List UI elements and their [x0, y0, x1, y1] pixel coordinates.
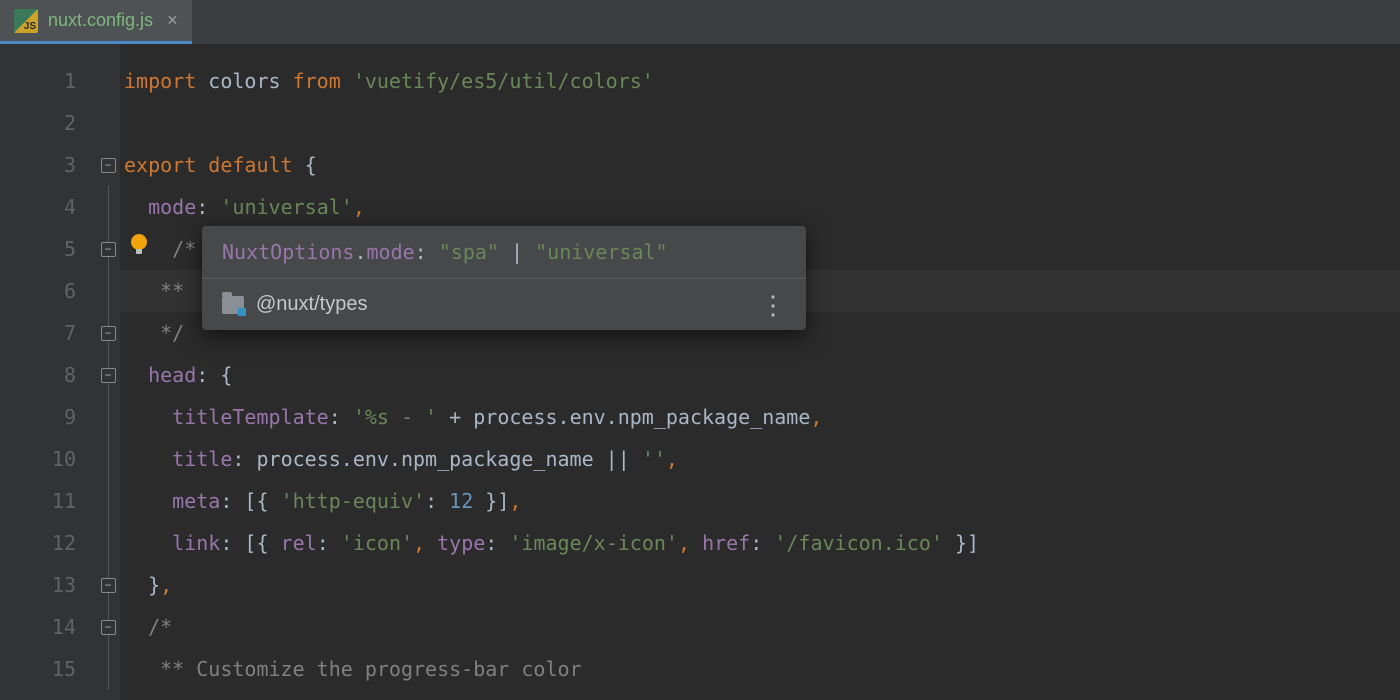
tab-filename: nuxt.config.js	[48, 10, 153, 31]
line-number: 2	[0, 102, 96, 144]
line-number: 13	[0, 564, 96, 606]
module-folder-icon	[222, 296, 244, 314]
code-editor[interactable]: 1 2 3 4 5 6 7 8 9 10 11 12 13 14 15 − − …	[0, 44, 1400, 700]
code-line[interactable]: import colors from 'vuetify/es5/util/col…	[120, 60, 1400, 102]
line-number: 11	[0, 480, 96, 522]
line-number: 14	[0, 606, 96, 648]
fold-toggle-icon[interactable]: −	[101, 158, 116, 173]
code-line[interactable]: meta: [{ 'http-equiv': 12 }],	[120, 480, 1400, 522]
type-source-module: @nuxt/types	[256, 293, 367, 316]
fold-toggle-icon[interactable]: −	[101, 242, 116, 257]
fold-close-icon[interactable]: −	[101, 578, 116, 593]
intention-bulb-icon[interactable]	[128, 232, 150, 254]
line-number: 8	[0, 354, 96, 396]
editor-tab-bar: JS nuxt.config.js ×	[0, 0, 1400, 44]
line-number: 1	[0, 60, 96, 102]
fold-toggle-icon[interactable]: −	[101, 368, 116, 383]
type-signature: NuxtOptions.mode: "spa" | "universal"	[202, 226, 806, 278]
line-number: 9	[0, 396, 96, 438]
fold-close-icon[interactable]: −	[101, 326, 116, 341]
fold-toggle-icon[interactable]: −	[101, 620, 116, 635]
code-line[interactable]: ** Customize the progress-bar color	[120, 648, 1400, 690]
code-line[interactable]: /*	[120, 606, 1400, 648]
line-number: 7	[0, 312, 96, 354]
line-number: 10	[0, 438, 96, 480]
line-number: 4	[0, 186, 96, 228]
line-number: 12	[0, 522, 96, 564]
fold-gutter: − − − − − −	[96, 44, 120, 700]
line-number: 5	[0, 228, 96, 270]
code-line[interactable]	[120, 102, 1400, 144]
code-line[interactable]: head: {	[120, 354, 1400, 396]
file-tab[interactable]: JS nuxt.config.js ×	[0, 0, 192, 44]
code-line[interactable]: link: [{ rel: 'icon', type: 'image/x-ico…	[120, 522, 1400, 564]
code-area[interactable]: import colors from 'vuetify/es5/util/col…	[120, 44, 1400, 700]
code-line[interactable]: },	[120, 564, 1400, 606]
type-info-popup: NuxtOptions.mode: "spa" | "universal" @n…	[202, 226, 806, 330]
code-line[interactable]: export default {	[120, 144, 1400, 186]
code-line[interactable]: title: process.env.npm_package_name || '…	[120, 438, 1400, 480]
line-number: 6	[0, 270, 96, 312]
line-number: 15	[0, 648, 96, 690]
code-line[interactable]: titleTemplate: '%s - ' + process.env.npm…	[120, 396, 1400, 438]
js-file-icon: JS	[14, 9, 38, 33]
more-menu-icon[interactable]: ⋮	[760, 301, 786, 309]
line-number-gutter: 1 2 3 4 5 6 7 8 9 10 11 12 13 14 15	[0, 44, 96, 700]
code-line[interactable]: mode: 'universal',	[120, 186, 1400, 228]
close-icon[interactable]: ×	[163, 10, 178, 31]
line-number: 3	[0, 144, 96, 186]
